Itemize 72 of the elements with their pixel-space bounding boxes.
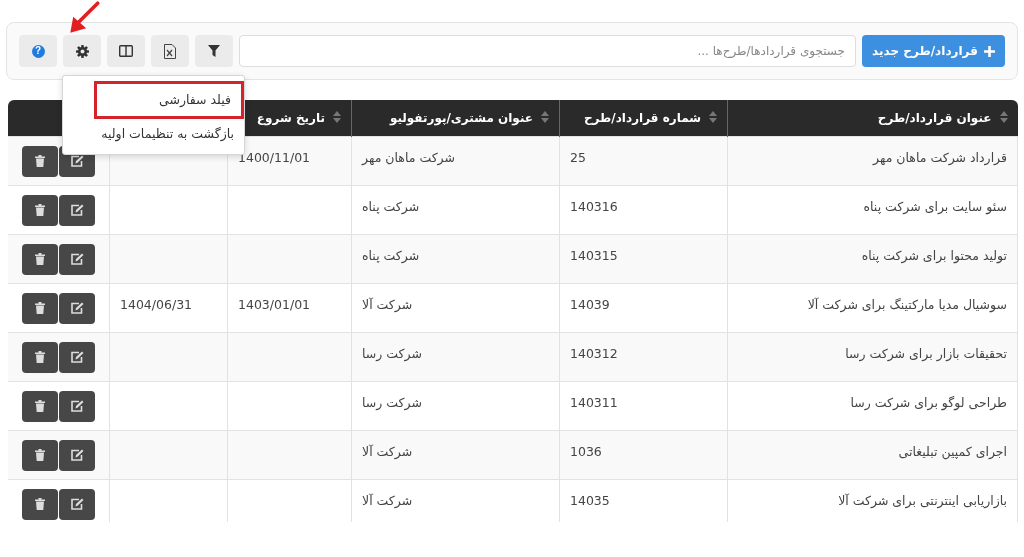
plus-icon — [983, 45, 995, 57]
table-cell: شرکت ماهان مهر — [362, 150, 455, 165]
trash-icon — [35, 253, 45, 265]
spreadsheet-file-icon — [164, 43, 176, 59]
columns-icon — [119, 45, 133, 57]
table-cell: 140315 — [570, 248, 618, 263]
edit-icon — [70, 204, 84, 216]
search-field[interactable]: جستجوی قراردادها/طرح‌ها ... — [239, 35, 856, 67]
column-header[interactable]: شماره قرارداد/طرح — [559, 100, 728, 137]
columns-button[interactable] — [107, 35, 145, 67]
table-cell: 1400/11/01 — [238, 150, 311, 165]
edit-icon — [70, 351, 84, 363]
table-cell: 25 — [570, 150, 586, 165]
edit-button[interactable] — [59, 390, 95, 422]
edit-button[interactable] — [59, 194, 95, 226]
table-cell: شرکت آلا — [362, 444, 413, 459]
delete-button[interactable] — [22, 390, 58, 422]
delete-button[interactable] — [22, 341, 58, 373]
delete-button[interactable] — [22, 488, 58, 520]
filter-button[interactable] — [195, 35, 233, 67]
edit-icon — [70, 253, 84, 265]
help-button[interactable]: ? — [19, 35, 57, 67]
table-cell: سئو سایت برای شرکت پناه — [863, 199, 1007, 214]
table-cell: 1036 — [570, 444, 602, 459]
delete-button[interactable] — [22, 439, 58, 471]
trash-icon — [35, 204, 45, 216]
delete-button[interactable] — [22, 145, 58, 177]
table-cell: 14039 — [570, 297, 610, 312]
table-cell: شرکت رسا — [362, 395, 422, 410]
table-cell: شرکت پناه — [362, 248, 420, 263]
table-cell: 1404/06/31 — [120, 297, 193, 312]
edit-button[interactable] — [59, 488, 95, 520]
table-cell: شرکت رسا — [362, 346, 422, 361]
edit-button[interactable] — [59, 341, 95, 373]
table-cell: بازاریابی اینترنتی برای شرکت آلا — [838, 493, 1007, 508]
edit-icon — [70, 400, 84, 412]
table-cell: شرکت آلا — [362, 493, 413, 508]
settings-icon — [75, 44, 89, 58]
trash-icon — [35, 155, 45, 167]
filter-icon — [208, 45, 220, 57]
menu-item[interactable]: فیلد سفارشی — [94, 81, 244, 119]
delete-button[interactable] — [22, 194, 58, 226]
table-cell: 14035 — [570, 493, 610, 508]
table-cell: 140311 — [570, 395, 618, 410]
table-cell: تولید محتوا برای شرکت پناه — [861, 248, 1007, 263]
edit-button[interactable] — [59, 439, 95, 471]
column-header[interactable]: عنوان مشتری/پورتفولیو — [351, 100, 560, 137]
trash-icon — [35, 449, 45, 461]
excel-button[interactable] — [151, 35, 189, 67]
trash-icon — [35, 302, 45, 314]
table-cell: شرکت پناه — [362, 199, 420, 214]
table-cell: قرارداد شرکت ماهان مهر — [873, 150, 1007, 165]
table-cell: 140316 — [570, 199, 618, 214]
table-cell: 1403/01/01 — [238, 297, 311, 312]
trash-icon — [35, 498, 45, 510]
edit-button[interactable] — [59, 243, 95, 275]
edit-icon — [70, 449, 84, 461]
delete-button[interactable] — [22, 292, 58, 324]
table-cell: سوشیال مدیا مارکتینگ برای شرکت آلا — [807, 297, 1007, 312]
table-cell: شرکت آلا — [362, 297, 413, 312]
delete-button[interactable] — [22, 243, 58, 275]
settings-button[interactable] — [63, 35, 101, 67]
table-cell: تحقیقات بازار برای شرکت رسا — [845, 346, 1007, 361]
trash-icon — [35, 400, 45, 412]
table-cell: 140312 — [570, 346, 618, 361]
edit-icon — [70, 302, 84, 314]
edit-icon — [70, 498, 84, 510]
table-cell: طراحی لوگو برای شرکت رسا — [850, 395, 1007, 410]
table-cell: اجرای کمپین تبلیغاتی — [898, 444, 1007, 459]
edit-button[interactable] — [59, 292, 95, 324]
trash-icon — [35, 351, 45, 363]
column-header[interactable]: عنوان قرارداد/طرح — [727, 100, 1018, 137]
